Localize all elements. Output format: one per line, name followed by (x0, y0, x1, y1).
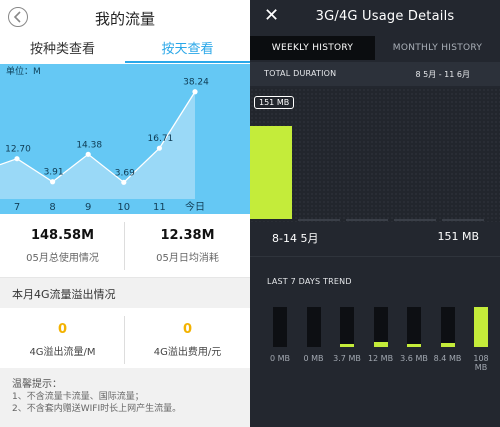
tab-weekly-history[interactable]: WEEKLY HISTORY (250, 36, 375, 60)
trend-bar[interactable] (306, 307, 321, 347)
stat-daily-average-label: 05月日均消耗 (156, 253, 219, 264)
trend-bar-label: 3.6 MB (400, 354, 428, 363)
overflow-fee-value: 0 (182, 322, 193, 337)
plot-baseline (442, 219, 484, 221)
page-title: 我的流量 (94, 10, 155, 28)
tips-box: 温馨提示： 1、不含流量卡流量、国际流量； 2、不含套内赠送WIFI时长上网产生… (0, 368, 250, 427)
x-tick-label: 今日 (185, 200, 205, 213)
stat-month-total-label: 05月总使用情况 (26, 253, 99, 264)
trend-bar-label: 0 MB (269, 354, 291, 363)
section-title: 本月4G流量溢出情况 (12, 288, 116, 301)
unit-label: 单位：M (6, 67, 41, 77)
chart-svg: 12.70 7 3.91 8 14.38 9 3.69 10 16.71 11 38.24 今日 (0, 78, 209, 213)
chart-point (156, 145, 162, 151)
section-divider (250, 256, 500, 257)
trend-bar-label: 3.7 MB (333, 354, 361, 363)
stat-month-total: 148.58M 05月总使用情况 (0, 214, 125, 277)
tab-monthly-history[interactable]: MONTHLY HISTORY (375, 36, 500, 60)
right-header: ✕ 3G/4G Usage Details (250, 0, 500, 34)
weekly-bar-tag: 151 MB (254, 96, 295, 109)
data-label: 14.38 (76, 140, 102, 150)
history-tab-bar: WEEKLY HISTORY MONTHLY HISTORY (250, 36, 500, 60)
overflow-data-label: 4G溢出流量/M (29, 347, 96, 358)
trend-bar[interactable] (474, 307, 488, 347)
daily-usage-chart: 12.70 7 3.91 8 14.38 9 3.69 10 16.71 11 38.24 今日 单位… (0, 64, 250, 214)
right-panel: ✕ 3G/4G Usage Details WEEKLY HISTORY MON… (250, 0, 500, 427)
left-panel: 我的流量 按种类查看 按天查看 12.70 7 3.91 8 14.38 9 3.69 10 1… (0, 0, 250, 427)
data-label: 3.69 (115, 168, 135, 178)
trend-bar-label: 8.4 MB (433, 354, 462, 363)
trend-bar[interactable] (373, 307, 388, 347)
trend-bar[interactable] (407, 307, 421, 347)
chart-point (121, 179, 127, 185)
trend-bar-fill (440, 343, 455, 347)
usage-details-title: 3G/4G Usage Details (315, 9, 455, 24)
close-icon[interactable]: ✕ (264, 6, 279, 26)
week-total-value: 151 MB (437, 230, 479, 243)
week-range-label: 8-14 5月 (272, 232, 319, 245)
trend-bar-fill (474, 307, 488, 347)
chart-point (50, 179, 56, 185)
trend-bar[interactable] (273, 307, 287, 347)
tip-line-2: 2、不含套内赠送WIFI时长上网产生流量。 (12, 404, 182, 414)
x-tick-label: 10 (117, 202, 130, 213)
stat-month-total-value: 148.58M (30, 228, 95, 243)
plot-baseline (346, 219, 388, 221)
total-duration-row: TOTAL DURATION 8 5月 - 11 6月 (250, 62, 500, 86)
x-tick-label: 8 (49, 202, 55, 213)
trend-bar-label: 0 MB (303, 354, 324, 363)
trend-bar[interactable] (340, 307, 354, 347)
chart-point (192, 89, 198, 95)
x-tick-label: 7 (14, 202, 20, 213)
chart-point (85, 151, 91, 157)
overflow-section-header: 本月4G流量溢出情况 (0, 278, 250, 308)
trend-bar-fill (340, 344, 354, 347)
data-label: 16.71 (148, 134, 174, 144)
x-tick-label: 9 (85, 202, 91, 213)
overflow-data-value: 0 (57, 322, 68, 337)
chart-point (14, 156, 20, 162)
plot-baseline (394, 219, 436, 221)
data-label: 12.70 (5, 145, 31, 155)
x-tick-label: 11 (153, 202, 166, 213)
data-label: 38.24 (183, 78, 209, 88)
weekly-usage-bar[interactable] (250, 126, 292, 219)
left-tab-bar: 按种类查看 按天查看 (0, 36, 250, 65)
tab-by-category[interactable]: 按种类查看 (0, 36, 125, 63)
trend-bar-fill (373, 342, 388, 347)
trend-bar-fill (407, 344, 421, 347)
right-footer-space (250, 370, 500, 427)
trend-bar-label: 12 MB (367, 354, 394, 363)
trend-title: LAST 7 DAYS TREND (267, 277, 352, 286)
date-range: 8 5月 - 11 6月 (415, 70, 470, 79)
overflow-fee-label: 4G溢出费用/元 (153, 347, 222, 358)
tips-title: 温馨提示： (12, 379, 62, 390)
stat-daily-average: 12.38M 05月日均消耗 (125, 214, 250, 277)
usage-stats: 148.58M 05月总使用情况 12.38M 05月日均消耗 (0, 214, 250, 278)
trend-bar[interactable] (440, 307, 455, 347)
plot-baseline (298, 219, 340, 221)
tab-by-day[interactable]: 按天查看 (125, 36, 250, 63)
overflow-stats: 0 4G溢出流量/M 0 4G溢出费用/元 (0, 308, 250, 369)
total-duration-label: TOTAL DURATION (264, 69, 337, 78)
left-header: 我的流量 (0, 0, 250, 36)
data-label: 3.91 (44, 168, 64, 178)
stat-daily-average-value: 12.38M (160, 228, 215, 243)
